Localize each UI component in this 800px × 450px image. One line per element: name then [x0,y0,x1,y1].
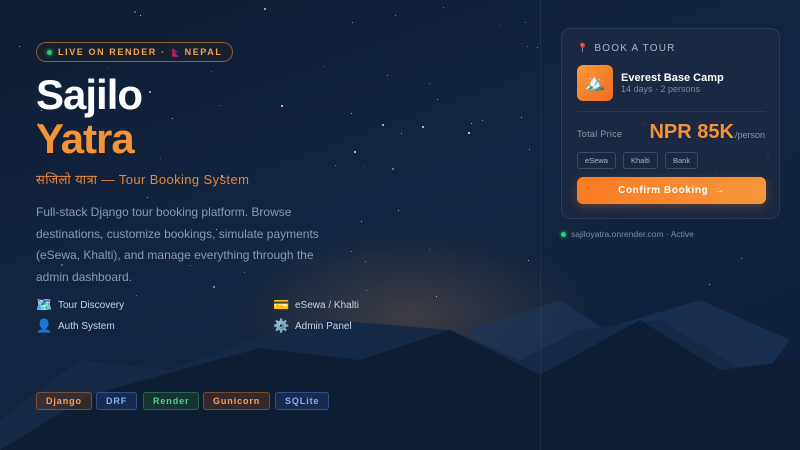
star [429,83,430,84]
star [468,132,470,134]
star [387,75,388,76]
location-pin-icon: 📍 [577,43,590,53]
star [398,210,399,211]
price-value: NPR 85K [649,121,734,143]
live-dot-icon [47,49,52,55]
payment-option-khalti[interactable]: Khalti [623,152,658,169]
live-status-badge: LIVE ON RENDER · NEPAL [36,42,234,62]
star [108,67,109,68]
star [136,295,137,296]
confirm-booking-label: Confirm Booking [618,185,709,196]
tech-tag-gunicorn: Gunicorn [203,392,271,410]
booking-card: 📍 BOOK A TOUR 🏔️ Everest Base Camp 14 da… [561,28,780,219]
feature-label: Auth System [58,320,115,332]
star [529,149,530,150]
star [211,71,212,72]
star [443,7,444,8]
price-display: NPR 85K /person [649,121,765,144]
deployment-status: sajiloyatra.onrender.com · Active [561,229,694,239]
star [134,11,136,13]
star [364,166,365,167]
feature-admin-panel: ⚙️ Admin Panel [273,318,352,334]
star [471,123,472,124]
star [366,290,367,291]
tech-tag-sqlite: SQLite [275,392,330,410]
star [437,99,438,100]
star [354,151,356,153]
badge-live-text: LIVE ON RENDER · [58,47,166,57]
star [527,46,528,47]
star [335,165,336,166]
price-unit: /person [734,130,765,140]
payment-option-esewa[interactable]: eSewa [577,152,616,169]
gear-icon: ⚙️ [273,318,290,333]
tech-tag-drf: DRF [96,392,138,410]
hero-title-line2: Yatra [36,115,135,162]
star [264,8,266,10]
feature-payments: 💳 eSewa / Khalti [273,297,359,313]
star [521,117,522,118]
star [149,91,151,93]
status-text: sajiloyatra.onrender.com · Active [571,229,694,239]
star [429,249,430,250]
star [361,221,362,222]
star [401,133,402,134]
star [436,296,437,297]
panel-divider [540,0,541,450]
star [392,168,394,170]
feature-auth-system: 👤 Auth System [36,318,115,334]
payment-option-bank[interactable]: Bank [665,152,699,169]
star [140,15,141,16]
tour-meta: 14 days · 2 persons [621,84,701,94]
tour-thumbnail: 🏔️ [577,65,613,101]
star [160,158,161,159]
badge-country: NEPAL [184,47,223,57]
user-icon: 👤 [36,318,53,333]
feature-label: Tour Discovery [58,299,125,311]
map-icon: 🗺️ [36,297,53,312]
star [323,66,324,67]
star [365,261,366,262]
tech-tag-render: Render [143,392,200,410]
star [499,25,500,26]
status-dot-icon [561,231,566,237]
hero-description: Full-stack Django tour booking platform.… [36,205,319,284]
feature-tour-discovery: 🗺️ Tour Discovery [36,297,124,313]
star [395,15,396,16]
mountain-icon: 🏔️ [584,73,606,92]
star [352,22,353,23]
star [525,22,526,23]
price-label: Total Price [577,129,623,139]
star [220,105,221,106]
star [528,260,529,261]
arrow-right-icon: → [714,185,725,196]
feature-label: eSewa / Khalti [295,299,359,311]
confirm-booking-button[interactable]: Confirm Booking → [577,177,766,204]
card-divider [577,111,766,112]
card-icon: 💳 [273,297,290,312]
star [537,47,538,48]
star [382,124,384,126]
nepal-flag-icon [171,47,179,57]
star [741,258,742,259]
star [422,126,424,128]
booking-card-heading: BOOK A TOUR [594,43,676,54]
star [351,113,352,114]
star [19,46,20,47]
hero-subtitle: सजिलो यात्रा — Tour Booking System [36,172,250,187]
tech-tag-django: Django [36,392,92,410]
star [281,105,283,107]
star [482,120,483,121]
star [351,251,352,252]
feature-label: Admin Panel [295,320,352,332]
tour-name: Everest Base Camp [621,72,724,84]
star [172,118,173,119]
star [709,284,710,285]
booking-card-header: 📍 BOOK A TOUR [577,43,676,54]
star [147,197,148,198]
hero-title-line1: Sajilo [36,71,143,118]
